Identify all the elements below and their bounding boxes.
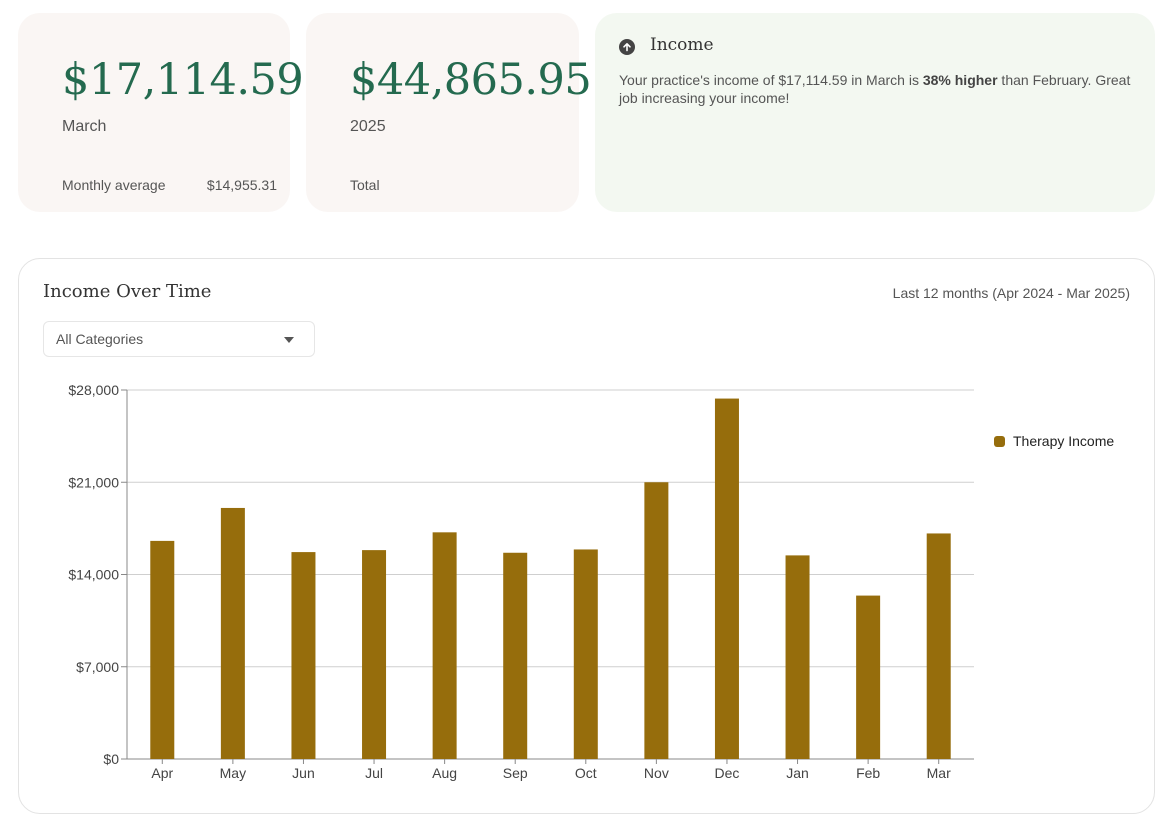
x-tick-label: Oct xyxy=(575,765,597,781)
income-over-time-card: Income Over Time Last 12 months (Apr 202… xyxy=(18,258,1155,814)
y-tick-label: $7,000 xyxy=(76,659,119,675)
insight-title: Income xyxy=(650,35,714,55)
monthly-income-card: $17,114.59 March Monthly average $14,955… xyxy=(18,13,304,212)
monthly-average-value: $14,955.31 xyxy=(206,177,277,193)
bar-may[interactable] xyxy=(220,507,245,759)
arrow-up-circle-icon xyxy=(619,39,635,55)
y-tick-label: $28,000 xyxy=(68,382,119,398)
bar-jul[interactable] xyxy=(362,550,387,759)
legend-swatch xyxy=(994,435,1005,447)
x-tick-label: Jan xyxy=(786,765,809,781)
yearly-income-card: $44,865.95 2025 Total xyxy=(306,13,592,212)
insight-highlight: 38% higher xyxy=(922,72,998,88)
income-insight-card: Income Your practice's income of $17,114… xyxy=(595,13,1155,212)
y-tick-label: $21,000 xyxy=(68,474,119,490)
x-tick-label: Jun xyxy=(292,765,315,781)
bar-feb[interactable] xyxy=(856,595,881,759)
x-tick-label: Feb xyxy=(856,765,880,781)
y-tick-label: $14,000 xyxy=(68,567,119,583)
bar-dec[interactable] xyxy=(714,398,739,759)
x-tick-label: Sep xyxy=(503,765,528,781)
legend-label: Therapy Income xyxy=(1013,433,1115,449)
income-bar-chart: $0 $7,000 $14,000 $21,000 $28,000 Apr May Jun Ju… xyxy=(68,382,974,781)
x-tick-label: Mar xyxy=(927,765,951,781)
x-tick-label: Aug xyxy=(432,765,457,781)
bar-jun[interactable] xyxy=(291,552,316,759)
y-tick-label: $0 xyxy=(103,751,119,767)
x-tick-label: May xyxy=(220,765,246,781)
year-income-value: $44,865.95 xyxy=(350,55,592,105)
bar-nov[interactable] xyxy=(644,482,669,759)
total-label: Total xyxy=(350,177,380,193)
bar-mar[interactable] xyxy=(926,533,951,759)
chart-legend[interactable]: Therapy Income xyxy=(994,433,1114,449)
x-tick-label: Apr xyxy=(151,765,173,781)
year-label: 2025 xyxy=(350,118,386,135)
month-income-value: $17,114.59 xyxy=(62,55,304,105)
bar-jan[interactable] xyxy=(785,555,810,759)
insight-text: Your practice's income of $17,114.59 in … xyxy=(619,72,1131,106)
bar-apr[interactable] xyxy=(150,540,175,759)
bar-sep[interactable] xyxy=(503,552,528,759)
x-tick-label: Jul xyxy=(365,765,383,781)
month-label: March xyxy=(62,118,107,135)
bar-aug[interactable] xyxy=(432,532,457,759)
x-tick-label: Dec xyxy=(715,765,740,781)
x-tick-label: Nov xyxy=(644,765,669,781)
bar-oct[interactable] xyxy=(573,549,598,759)
monthly-average-label: Monthly average xyxy=(62,177,166,193)
